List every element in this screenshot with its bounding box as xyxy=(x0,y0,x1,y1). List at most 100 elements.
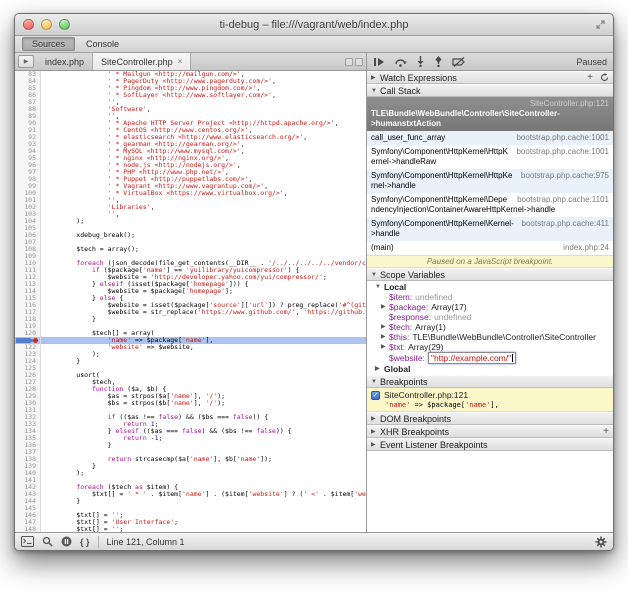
code-token: , xyxy=(151,203,155,211)
section-watch-expressions[interactable]: ▶ Watch Expressions + xyxy=(367,71,613,84)
variable-name: $tech: xyxy=(389,322,412,332)
code-token: xdebug_break(); xyxy=(45,231,135,239)
section-breakpoints[interactable]: ▼ Breakpoints xyxy=(367,375,613,388)
tab-console[interactable]: Console xyxy=(77,37,128,51)
call-stack-frame[interactable]: bootstrap.php.cache:1001call_user_func_a… xyxy=(367,131,613,145)
call-stack-frame[interactable]: bootstrap.php.cache:1101Symfony\Componen… xyxy=(367,193,613,217)
file-tab-sitecontroller-php[interactable]: SiteController.php × xyxy=(92,53,191,70)
search-icon[interactable] xyxy=(42,536,53,547)
code-token: 'name' xyxy=(170,399,193,407)
code-line[interactable]: 106 xdebug_break(); xyxy=(15,232,366,239)
collapsed-triangle-icon: ▶ xyxy=(381,342,389,352)
scope-local-group[interactable]: ▼ Local xyxy=(367,282,613,292)
code-token: ] . ($item[ xyxy=(205,490,248,498)
code-text: $bs = strpos($b['name'], '/'); xyxy=(41,400,225,407)
debug-toolbar: Paused xyxy=(367,53,613,71)
code-line[interactable]: 118 } xyxy=(15,316,366,323)
frame-location: index.php:24 xyxy=(563,243,609,253)
code-text: ); xyxy=(41,218,84,225)
scope-variable[interactable]: ▶$tech:Array(1) xyxy=(367,322,613,332)
paused-banner: Paused on a JavaScript breakpoint. xyxy=(367,255,613,268)
code-token: , xyxy=(284,189,288,197)
code-line[interactable]: 140 ); xyxy=(15,470,366,477)
step-out-button[interactable] xyxy=(434,56,443,67)
frame-location: bootstrap.php.cache:975 xyxy=(521,171,609,181)
call-stack-frame[interactable]: SiteController.php:121TLE\Bundle\WebBund… xyxy=(367,97,613,131)
variable-value: Array(17) xyxy=(431,302,466,312)
variable-name: $this: xyxy=(389,332,409,342)
scope-global-group[interactable]: ▶ Global xyxy=(367,364,613,374)
section-xhr-breakpoints[interactable]: ▶ XHR Breakpoints + xyxy=(367,425,613,438)
resume-button[interactable] xyxy=(373,57,385,67)
scope-variable[interactable]: ▶$package:Array(17) xyxy=(367,302,613,312)
step-over-button[interactable] xyxy=(394,57,407,67)
scope-variable[interactable]: ▶$txt:Array(29) xyxy=(367,342,613,352)
breakpoint-entry[interactable]: ✓ SiteController.php:121 'name' => $pack… xyxy=(367,388,613,412)
code-token: . $item[ xyxy=(147,490,182,498)
close-tab-icon[interactable]: × xyxy=(178,57,183,66)
code-line[interactable]: 130 $bs = strpos($b['name'], '/'); xyxy=(15,400,366,407)
scope-variable[interactable]: $website:"http://example.com/" xyxy=(367,352,613,364)
scope-variable[interactable]: $item:undefined xyxy=(367,292,613,302)
resize-icon[interactable] xyxy=(595,19,606,30)
settings-gear-button[interactable] xyxy=(595,536,607,548)
source-editor[interactable]: 83 ' * Mailgun <http://mailgun.com/>',84… xyxy=(15,71,366,532)
tab-overflow-left-icon[interactable] xyxy=(345,58,353,66)
zoom-window-button[interactable] xyxy=(59,19,70,30)
section-call-stack[interactable]: ▼ Call Stack xyxy=(367,84,613,97)
code-line[interactable]: 104 ); xyxy=(15,218,366,225)
code-token: } xyxy=(45,315,96,323)
code-line[interactable]: 124 } xyxy=(15,358,366,365)
code-line[interactable]: 144 } xyxy=(15,498,366,505)
line-number[interactable]: 148 xyxy=(15,526,41,532)
minimize-window-button[interactable] xyxy=(41,19,52,30)
variable-name: $txt: xyxy=(389,342,405,352)
add-xhr-breakpoint-button[interactable]: + xyxy=(603,427,609,437)
scope-variable[interactable]: ▶$this:TLE\Bundle\WebBundle\Controller\S… xyxy=(367,332,613,342)
variable-name: $item: xyxy=(389,292,412,302)
frame-location: bootstrap.php.cache:1001 xyxy=(516,133,609,143)
pretty-print-button[interactable]: { } xyxy=(80,537,90,547)
code-token: } xyxy=(45,357,80,365)
show-navigator-button[interactable]: ▶ xyxy=(18,55,34,68)
code-line[interactable]: 108 $tech = array(); xyxy=(15,246,366,253)
breakpoint-checkbox[interactable]: ✓ xyxy=(371,391,380,400)
status-bar: { } Line 121, Column 1 xyxy=(15,532,613,550)
call-stack-frame[interactable]: bootstrap.php.cache:975Symfony\Component… xyxy=(367,169,613,193)
breakpoint-code-preview: 'name' => $package['name'], xyxy=(371,400,609,409)
pause-on-exceptions-button[interactable] xyxy=(61,536,72,547)
code-text: } xyxy=(41,498,80,505)
code-line[interactable]: 136 } xyxy=(15,442,366,449)
file-tab-index-php[interactable]: index.php xyxy=(37,53,93,70)
tab-overflow-right-icon[interactable] xyxy=(355,58,363,66)
step-into-button[interactable] xyxy=(416,56,425,67)
code-token: 'name' xyxy=(182,490,205,498)
section-dom-breakpoints[interactable]: ▶ DOM Breakpoints xyxy=(367,412,613,425)
editor-pane: ▶ index.php SiteController.php × 83 ' * … xyxy=(15,53,367,532)
paused-status: Paused xyxy=(576,57,607,67)
close-window-button[interactable] xyxy=(23,19,34,30)
collapsed-triangle-icon: ▶ xyxy=(381,302,389,312)
code-token: ]); xyxy=(260,455,272,463)
add-watch-button[interactable]: + xyxy=(587,73,593,83)
variable-value-input[interactable]: "http://example.com/" xyxy=(428,352,516,364)
scope-group-label: Local xyxy=(384,282,406,292)
call-stack-list: SiteController.php:121TLE\Bundle\WebBund… xyxy=(367,97,613,255)
call-stack-frame[interactable]: index.php:24(main) xyxy=(367,241,613,255)
tab-sources[interactable]: Sources xyxy=(22,37,75,51)
scope-variable[interactable]: $response:undefined xyxy=(367,312,613,322)
code-token: '/' xyxy=(205,399,217,407)
text-caret xyxy=(512,354,513,362)
frame-location: bootstrap.php.cache:1001 xyxy=(516,147,609,157)
section-scope-variables[interactable]: ▼ Scope Variables xyxy=(367,268,613,281)
section-label: Event Listener Breakpoints xyxy=(380,440,488,450)
deactivate-breakpoints-button[interactable] xyxy=(452,57,466,67)
console-toggle-button[interactable] xyxy=(21,536,34,547)
code-text: $txt[] = ' * ' . $item['name'] . ($item[… xyxy=(41,491,366,498)
section-event-listener-breakpoints[interactable]: ▶ Event Listener Breakpoints xyxy=(367,438,613,451)
panel-tab-bar: Sources Console xyxy=(15,36,613,53)
refresh-watch-button[interactable] xyxy=(600,73,609,82)
call-stack-frame[interactable]: bootstrap.php.cache:411Symfony\Component… xyxy=(367,217,613,241)
call-stack-frame[interactable]: bootstrap.php.cache:1001Symfony\Componen… xyxy=(367,145,613,169)
line-number[interactable]: 120 xyxy=(15,330,41,337)
